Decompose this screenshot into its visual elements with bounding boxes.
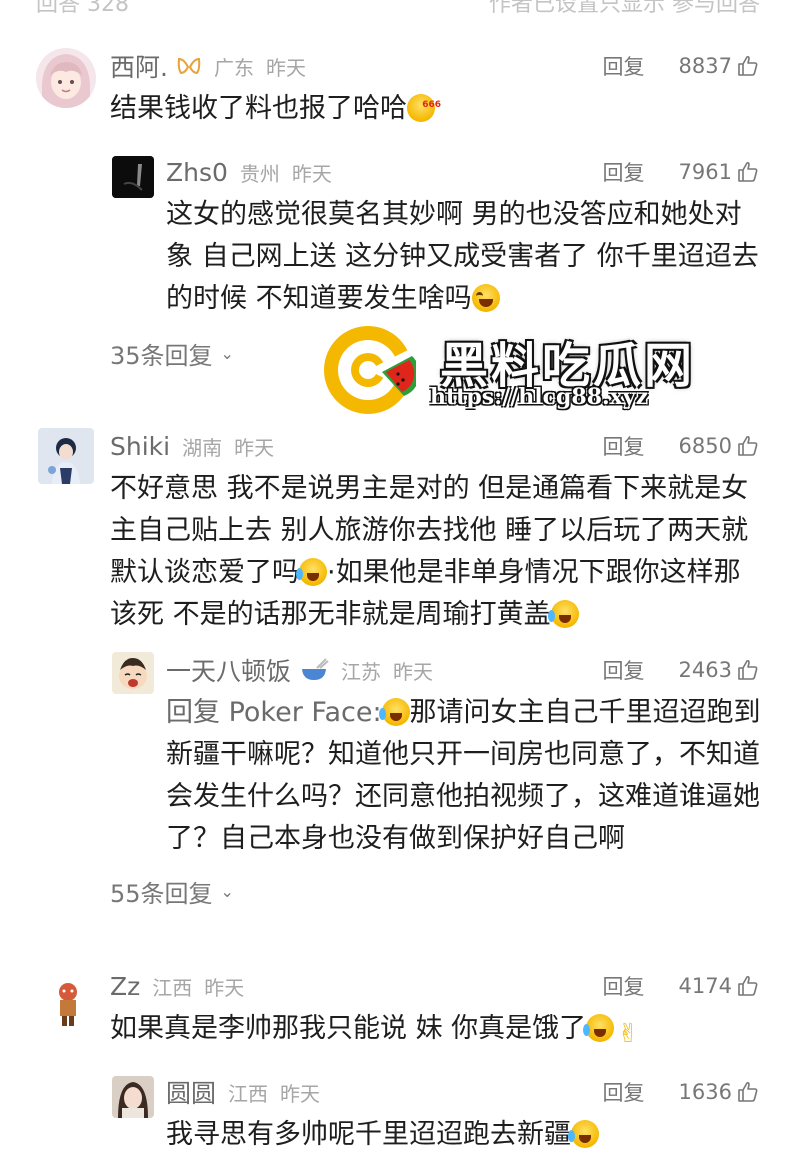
vip-badge-icon bbox=[176, 55, 202, 77]
username[interactable]: Shiki bbox=[110, 432, 170, 461]
crying-laughing-emoji-icon bbox=[583, 1014, 615, 1042]
more-replies-link[interactable]: 55条回复 ⌄ bbox=[110, 874, 234, 909]
reply-meta: 一天八顿饭 江苏 昨天 bbox=[166, 652, 433, 688]
reply-button[interactable]: 回复 bbox=[603, 51, 645, 81]
timestamp: 昨天 bbox=[204, 975, 245, 1000]
reply-button[interactable]: 回复 bbox=[603, 157, 645, 187]
reply-button[interactable]: 回复 bbox=[603, 971, 645, 1001]
avatar[interactable] bbox=[38, 428, 94, 484]
like-count: 4174 bbox=[678, 974, 732, 998]
avatar[interactable] bbox=[112, 1076, 154, 1118]
reply-button[interactable]: 回复 bbox=[603, 655, 645, 685]
username[interactable]: 圆圆 bbox=[166, 1074, 216, 1110]
avatar[interactable] bbox=[36, 48, 96, 108]
region: 广东 bbox=[213, 55, 254, 80]
reply-text: 回复 Poker Face: 那请问女主自己千里迢迢跑到新疆干嘛呢？知道他只开一间… bbox=[166, 692, 766, 860]
comment-text: 不好意思 我不是说男主是对的 但是通篇看下来就是女主自己贴上去 别人旅游你去找他… bbox=[110, 468, 760, 636]
laughing-emoji-icon bbox=[471, 284, 500, 312]
chevron-down-icon: ⌄ bbox=[220, 882, 234, 901]
region: 贵州 bbox=[239, 161, 280, 186]
comment-meta: Shiki 湖南 昨天 bbox=[110, 428, 274, 464]
reply-text: 这女的感觉很莫名其妙啊 男的也没答应和她处对象 自己网上送 这分钟又成受害者了 … bbox=[166, 194, 766, 320]
top-partial-left: 回答 328 bbox=[36, 0, 129, 17]
username[interactable]: Zz bbox=[110, 972, 140, 1001]
reply-button[interactable]: 回复 bbox=[603, 1077, 645, 1107]
reply-body: 这女的感觉很莫名其妙啊 男的也没答应和她处对象 自己网上送 这分钟又成受害者了 … bbox=[166, 199, 759, 314]
chevron-down-icon: ⌄ bbox=[220, 344, 234, 363]
username[interactable]: Zhs0 bbox=[166, 158, 228, 187]
region: 江苏 bbox=[341, 659, 382, 684]
comment-body: 如果真是李帅那我只能说 妹 你真是饿了 bbox=[110, 1013, 587, 1044]
top-partial-row: 回答 328 作者已设置只显示 参与回答 bbox=[0, 0, 800, 17]
avatar[interactable] bbox=[112, 652, 154, 694]
timestamp: 昨天 bbox=[280, 1081, 321, 1106]
reply-body: 我寻思有多帅呢千里迢迢跑去新疆 bbox=[166, 1119, 571, 1150]
comment-body: 结果钱收了料也报了哈哈 bbox=[110, 93, 407, 124]
reply-meta: Zhs0 贵州 昨天 bbox=[166, 154, 332, 190]
comment-actions: 回复 8837 bbox=[603, 48, 760, 84]
crying-laughing-emoji-icon bbox=[296, 558, 327, 586]
comment-meta: 西阿. 广东 昨天 bbox=[110, 48, 306, 84]
reply-button[interactable]: 回复 bbox=[603, 431, 645, 461]
ok-hand-emoji-icon: ✌ bbox=[617, 1019, 640, 1049]
rice-bowl-icon bbox=[299, 657, 329, 683]
like-count: 7961 bbox=[678, 160, 732, 184]
comment-meta: Zz 江西 昨天 bbox=[110, 968, 244, 1004]
thumbs-up-icon[interactable] bbox=[736, 434, 760, 458]
more-replies-link[interactable]: 35条回复 ⌄ bbox=[110, 336, 234, 371]
crying-laughing-emoji-icon bbox=[568, 1120, 599, 1148]
comment-text: 如果真是李帅那我只能说 妹 你真是饿了 ✌ bbox=[110, 1008, 760, 1050]
comment-actions: 回复 6850 bbox=[603, 428, 760, 464]
thumbs-up-icon[interactable] bbox=[736, 658, 760, 682]
reply-to-mention[interactable]: 回复 Poker Face: bbox=[166, 697, 382, 728]
watermark-logo bbox=[320, 322, 420, 418]
thumbs-up-icon[interactable] bbox=[736, 160, 760, 184]
like-count: 1636 bbox=[678, 1080, 732, 1104]
watermark: 黑料吃瓜网 https://hlcg88.xyz bbox=[320, 322, 720, 418]
timestamp: 昨天 bbox=[265, 55, 306, 80]
thumbs-up-icon[interactable] bbox=[736, 1080, 760, 1104]
avatar[interactable] bbox=[40, 974, 96, 1030]
crying-laughing-emoji-icon bbox=[378, 698, 410, 726]
region: 湖南 bbox=[182, 435, 223, 460]
more-replies-label: 55条回复 bbox=[110, 880, 213, 908]
timestamp: 昨天 bbox=[393, 659, 434, 684]
top-partial-right: 作者已设置只显示 参与回答 bbox=[489, 0, 760, 17]
username[interactable]: 西阿. bbox=[110, 48, 168, 84]
more-replies-label: 35条回复 bbox=[110, 342, 213, 370]
crying-laughing-emoji-icon bbox=[547, 600, 579, 628]
comment-actions: 回复 4174 bbox=[603, 968, 760, 1004]
like-count: 2463 bbox=[678, 658, 732, 682]
timestamp: 昨天 bbox=[291, 161, 332, 186]
avatar[interactable] bbox=[112, 156, 154, 198]
reply-actions: 回复 1636 bbox=[603, 1074, 760, 1110]
region: 江西 bbox=[152, 975, 193, 1000]
reply-actions: 回复 7961 bbox=[603, 154, 760, 190]
thumbs-up-icon[interactable] bbox=[736, 974, 760, 998]
region: 江西 bbox=[228, 1081, 269, 1106]
username[interactable]: 一天八顿饭 bbox=[166, 652, 291, 688]
reply-meta: 圆圆 江西 昨天 bbox=[166, 1074, 320, 1110]
thumbs-up-icon[interactable] bbox=[736, 54, 760, 78]
thinking-emoji-icon bbox=[407, 84, 441, 126]
watermark-url: https://hlcg88.xyz bbox=[430, 384, 649, 410]
timestamp: 昨天 bbox=[234, 435, 275, 460]
reply-actions: 回复 2463 bbox=[603, 652, 760, 688]
comment-text: 结果钱收了料也报了哈哈 bbox=[110, 84, 760, 130]
like-count: 8837 bbox=[678, 54, 732, 78]
like-count: 6850 bbox=[678, 434, 732, 458]
